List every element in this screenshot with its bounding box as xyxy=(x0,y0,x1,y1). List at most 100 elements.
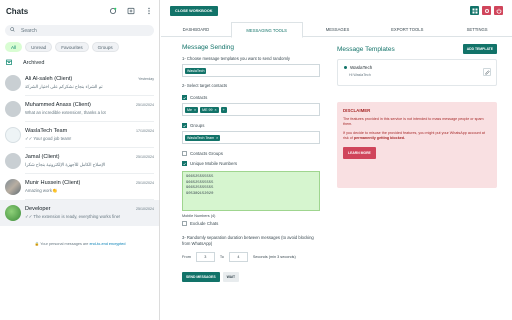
tab-settings[interactable]: SETTINGS xyxy=(442,22,512,36)
disclaimer-text-1: The features provided in this service is… xyxy=(343,117,484,126)
contact-tag[interactable]: ME 99 × xyxy=(200,106,219,113)
template-tag[interactable]: WaslaTech xyxy=(185,67,207,74)
grid-icon[interactable] xyxy=(470,6,479,15)
filter-unread[interactable]: Unread xyxy=(25,42,53,52)
edit-icon[interactable] xyxy=(483,68,491,76)
filter-groups[interactable]: Groups xyxy=(91,42,119,52)
checkbox-unchecked-icon xyxy=(182,221,187,226)
tab-dashboard[interactable]: DASHBOARD xyxy=(161,22,231,36)
contact-tag[interactable]: Me × xyxy=(185,106,199,113)
wait-button[interactable]: WAIT xyxy=(222,272,240,282)
chat-list-panel: Chats Search All Unread Favourites Group… xyxy=(0,0,160,320)
close-workbook-button[interactable]: CLOSE WORKBOOK xyxy=(170,5,218,16)
tab-export-tools[interactable]: EXPORT TOOLS xyxy=(372,22,442,36)
settings-icon[interactable] xyxy=(482,6,491,15)
group-tag[interactable]: WaslaTech Team × xyxy=(185,134,221,141)
groups-selector[interactable]: WaslaTech Team × xyxy=(182,131,320,144)
chat-time: 25/10/2024 xyxy=(136,207,154,211)
close-icon[interactable]: × xyxy=(194,108,196,112)
archived-label: Archived xyxy=(23,60,45,66)
disclaimer-text-2: If you decide to misuse the provided fea… xyxy=(343,131,491,141)
unique-numbers-checkbox[interactable]: Unique Mobile Numbers xyxy=(182,161,322,166)
message-sending-section: Message Sending 1- Choose message templa… xyxy=(182,44,322,282)
template-name-label: WaslaTech xyxy=(350,65,373,70)
filter-favourites[interactable]: Favourites xyxy=(55,42,89,52)
chat-last-message: تم الشراء بنجاح نشكركم على اختيار الشركة xyxy=(25,83,103,89)
avatar xyxy=(5,75,21,91)
chat-last-message: الإصلاح الكامل للأجهزة الإلكترونية بنجاح… xyxy=(25,161,106,167)
unique-numbers-label: Unique Mobile Numbers xyxy=(190,161,238,166)
search-icon xyxy=(10,27,15,34)
template-tag-label: WaslaTech xyxy=(187,68,205,73)
mobile-numbers-count: Mobile Numbers (4) xyxy=(182,214,216,218)
disclaimer-text-2b: permanently getting blocked. xyxy=(353,136,406,140)
mobile-numbers-textarea[interactable]: 966525555555 966525555555 966525555555 9… xyxy=(182,171,320,211)
checkbox-checked-icon xyxy=(182,161,187,166)
groups-checkbox[interactable]: Groups xyxy=(182,123,322,128)
send-actions: SEND MESSAGES WAIT xyxy=(182,272,322,282)
chat-item[interactable]: Developer 25/10/2024 ✓✓ The extension is … xyxy=(0,200,159,226)
chat-item[interactable]: Ali Al-saleh (Client) Yesterday تم الشراء… xyxy=(0,70,159,96)
close-icon[interactable]: × xyxy=(216,136,218,140)
chat-last-message: What an incredible extension!, thanks a … xyxy=(25,110,106,115)
encryption-text: Your personal messages are xyxy=(40,242,90,246)
chat-last-message: Amazing work👏 xyxy=(25,187,58,193)
contact-tag-label: ME 99 xyxy=(202,107,213,112)
add-template-button[interactable]: ADD TEMPLATE xyxy=(462,44,497,54)
avatar xyxy=(5,179,21,195)
chat-item[interactable]: WaslaTech Team 17/10/2024 ✓✓ You! good jo… xyxy=(0,122,159,148)
contacts-label: Contacts xyxy=(190,95,208,100)
message-templates-section: Message Templates ADD TEMPLATE WaslaTech… xyxy=(337,44,497,188)
step-3-label: 3- Randomly separation duration between … xyxy=(182,235,314,246)
status-icon[interactable] xyxy=(108,7,117,16)
avatar xyxy=(5,127,21,143)
message-sending-title: Message Sending xyxy=(182,44,235,51)
archive-icon xyxy=(6,59,12,67)
chat-name: Munir Hussein (Client) xyxy=(25,179,81,186)
menu-icon[interactable] xyxy=(144,7,153,16)
avatar xyxy=(5,205,21,221)
contacts-checkbox[interactable]: Contacts xyxy=(182,95,322,100)
filter-chips: All Unread Favourites Groups xyxy=(0,36,159,52)
delay-range: From 3 To 4 Seconds (min 3 seconds) xyxy=(182,252,322,262)
tab-messages[interactable]: MESSAGES xyxy=(303,22,373,36)
group-tag-label: WaslaTech Team xyxy=(187,135,215,140)
learn-more-button[interactable]: LEARN MORE xyxy=(343,147,376,159)
new-chat-icon[interactable] xyxy=(126,7,135,16)
seconds-label: Seconds (min 3 seconds) xyxy=(252,255,296,259)
contacts-selector[interactable]: Me × ME 99 × + xyxy=(182,103,320,116)
chat-list-header: Chats xyxy=(0,0,159,22)
chat-name: WaslaTech Team xyxy=(25,127,68,134)
chat-item[interactable]: Muhammed Anass (Client) 25/10/2024 What a… xyxy=(0,96,159,122)
exclude-chats-checkbox[interactable]: Exclude Chats xyxy=(182,221,322,226)
chat-time: 25/10/2024 xyxy=(136,103,154,107)
filter-all[interactable]: All xyxy=(5,42,23,52)
groups-label: Groups xyxy=(190,123,205,128)
search-input[interactable]: Search xyxy=(5,25,154,36)
chat-time: 25/10/2024 xyxy=(136,154,154,159)
exclude-chats-label: Exclude Chats xyxy=(190,221,219,226)
add-contact-tag[interactable]: + xyxy=(220,106,227,113)
contacts-groups-checkbox[interactable]: Contacts Groups xyxy=(182,151,322,156)
from-label: From xyxy=(182,255,191,259)
template-name: WaslaTech xyxy=(344,65,490,70)
template-card[interactable]: WaslaTech Hi WaslaTech xyxy=(337,59,497,86)
power-icon[interactable] xyxy=(494,6,503,15)
chat-name: Muhammed Anass (Client) xyxy=(25,102,91,108)
chats-title: Chats xyxy=(6,6,29,16)
message-templates-title: Message Templates xyxy=(337,45,395,53)
top-icons xyxy=(470,6,503,15)
to-input[interactable]: 4 xyxy=(228,252,248,262)
from-input[interactable]: 3 xyxy=(195,252,215,262)
chat-item[interactable]: Jamal (Client) 25/10/2024 الإصلاح الكامل … xyxy=(0,148,159,174)
disclaimer-title: DISCLAIMER xyxy=(343,108,371,113)
close-icon[interactable]: × xyxy=(215,108,217,112)
archived-row[interactable]: Archived xyxy=(0,56,159,70)
chat-last-message: ✓✓ You! good job team! xyxy=(25,135,72,141)
chat-item[interactable]: Munir Hussein (Client) 25/10/2024 Amazing… xyxy=(0,174,159,200)
tab-messaging-tools[interactable]: MESSAGING TOOLS xyxy=(230,22,303,38)
tab-bar: DASHBOARD MESSAGING TOOLS MESSAGES EXPOR… xyxy=(161,22,512,38)
template-selector[interactable]: WaslaTech xyxy=(182,64,320,77)
send-messages-button[interactable]: SEND MESSAGES xyxy=(182,272,220,282)
encryption-link[interactable]: end-to-end encrypted xyxy=(89,242,125,246)
